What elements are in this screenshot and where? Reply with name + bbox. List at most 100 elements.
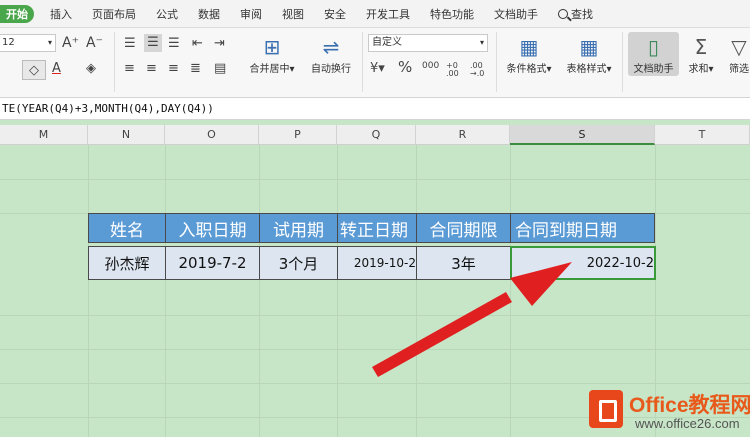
table-header-probation[interactable]: 试用期: [259, 213, 338, 243]
sigma-icon: Σ: [694, 35, 708, 59]
table-style-button[interactable]: ▦ 表格样式▾: [560, 34, 618, 75]
search-icon: [558, 8, 568, 19]
ribbon-separator: [622, 32, 623, 92]
table-style-label: 表格样式: [566, 64, 607, 75]
menu-tab-special[interactable]: 特色功能: [420, 6, 484, 22]
ribbon-separator: [114, 32, 115, 92]
table-header-contract-expiry[interactable]: 合同到期日期: [510, 213, 655, 243]
spreadsheet-window: 开始 插入 页面布局 公式 数据 审阅 视图 安全 开发工具 特色功能 文档助手…: [0, 0, 750, 437]
align-top-icon[interactable]: ☰: [124, 37, 136, 50]
sum-button[interactable]: Σ 求和▾: [684, 34, 718, 75]
align-right-icon[interactable]: ≡: [168, 62, 179, 75]
merge-cells-icon: ⊞: [263, 35, 281, 59]
table-cell-name[interactable]: 孙杰辉: [88, 246, 166, 280]
menu-tab-data[interactable]: 数据: [188, 6, 230, 22]
decimal-increase-icon[interactable]: +0 .00: [446, 62, 466, 78]
grid-line: [0, 349, 750, 350]
menu-tab-review[interactable]: 审阅: [230, 6, 272, 22]
doc-helper-icon: ▯: [647, 35, 659, 59]
table-cell-probation[interactable]: 3个月: [259, 246, 338, 280]
ribbon: 12 ▾ A⁺ A⁻ ◇ A ◈ ☰ ☰ ☰ ⇤ ⇥ ≡ ≡ ≡ ≣ ▤ ⊞ 合并…: [0, 28, 750, 98]
number-format-value: 自定义: [372, 37, 402, 48]
wrap-text-icon: ⇌: [322, 35, 340, 59]
wrap-text-label: 自动换行: [311, 64, 351, 75]
table-header-confirm-date[interactable]: 转正日期: [337, 213, 417, 243]
table-header-hire-date[interactable]: 入职日期: [165, 213, 260, 243]
grid-line: [88, 145, 89, 437]
merge-center-button[interactable]: ⊞ 合并居中▾: [244, 34, 300, 75]
table-cell-confirm-date[interactable]: 2019-10-2: [337, 246, 417, 280]
percent-icon[interactable]: %: [398, 60, 412, 75]
column-header-p[interactable]: P: [259, 125, 337, 145]
ribbon-separator: [362, 32, 363, 92]
fill-color-icon[interactable]: ◇: [22, 60, 46, 80]
doc-helper-label: 文档助手: [633, 64, 674, 75]
indent-increase-icon[interactable]: ⇥: [214, 37, 225, 50]
logo-brand-text: Office教程网: [629, 394, 750, 417]
align-middle-icon[interactable]: ☰: [144, 34, 162, 52]
column-header-row: M N O P Q R S T: [0, 125, 750, 145]
filter-label: 筛选: [729, 64, 749, 75]
merge-center-label: 合并居中: [249, 64, 290, 75]
grid-line: [0, 315, 750, 316]
align-center-icon[interactable]: ≡: [146, 62, 157, 75]
table-header-contract-term[interactable]: 合同期限: [416, 213, 511, 243]
align-bottom-icon[interactable]: ☰: [168, 37, 180, 50]
chevron-down-icon: ▾: [47, 38, 52, 47]
menu-tab-insert[interactable]: 插入: [40, 6, 82, 22]
office26-logo: Office教程网 www.office26.com: [583, 382, 750, 436]
menu-tab-security[interactable]: 安全: [314, 6, 356, 22]
font-color-icon[interactable]: A: [52, 62, 61, 75]
thousands-icon[interactable]: 000: [422, 62, 439, 71]
menu-tab-page-layout[interactable]: 页面布局: [82, 6, 146, 22]
currency-icon[interactable]: ¥▾: [370, 62, 385, 75]
conditional-format-label: 条件格式: [506, 64, 547, 75]
logo-url-text: www.office26.com: [635, 416, 740, 431]
formula-bar[interactable]: TE(YEAR(Q4)+3,MONTH(Q4),DAY(Q4)): [0, 98, 750, 120]
decimal-decrease-icon[interactable]: .00 →.0: [470, 62, 490, 78]
menu-tab-view[interactable]: 视图: [272, 6, 314, 22]
column-header-o[interactable]: O: [165, 125, 259, 145]
font-shrink-icon[interactable]: A⁻: [86, 36, 103, 50]
conditional-format-button[interactable]: ▦ 条件格式▾: [500, 34, 558, 75]
conditional-format-icon: ▦: [519, 35, 539, 59]
wrap-text-button[interactable]: ⇌ 自动换行: [304, 34, 358, 75]
column-header-t[interactable]: T: [655, 125, 750, 145]
distributed-icon[interactable]: ▤: [214, 62, 226, 75]
table-cell-contract-term[interactable]: 3年: [416, 246, 511, 280]
grid-line: [510, 145, 511, 437]
menu-search[interactable]: 查找: [548, 6, 603, 22]
font-size-select[interactable]: 12 ▾: [0, 34, 56, 52]
indent-decrease-icon[interactable]: ⇤: [192, 37, 203, 50]
filter-button[interactable]: ▽ 筛选: [722, 34, 750, 75]
eraser-icon[interactable]: ◈: [86, 62, 96, 75]
grid-line: [0, 179, 750, 180]
number-format-select[interactable]: 自定义 ▾: [368, 34, 488, 52]
table-header-name[interactable]: 姓名: [88, 213, 166, 243]
column-header-r[interactable]: R: [416, 125, 510, 145]
grid-line: [165, 145, 166, 437]
ribbon-separator: [496, 32, 497, 92]
menu-tab-start[interactable]: 开始: [0, 4, 34, 23]
office-logo-icon: [589, 390, 623, 428]
table-style-icon: ▦: [579, 35, 599, 59]
doc-helper-button[interactable]: ▯ 文档助手: [628, 34, 679, 75]
menu-tab-formulas[interactable]: 公式: [146, 6, 188, 22]
menu-bar: 开始 插入 页面布局 公式 数据 审阅 视图 安全 开发工具 特色功能 文档助手…: [0, 0, 750, 28]
sum-label: 求和: [688, 64, 709, 75]
font-size-value: 12: [2, 37, 15, 48]
font-grow-icon[interactable]: A⁺: [62, 36, 79, 50]
menu-tab-developer[interactable]: 开发工具: [356, 6, 420, 22]
grid-line: [259, 145, 260, 437]
justify-icon[interactable]: ≣: [190, 62, 201, 75]
align-left-icon[interactable]: ≡: [124, 62, 135, 75]
formula-text: TE(YEAR(Q4)+3,MONTH(Q4),DAY(Q4)): [2, 102, 214, 115]
table-cell-hire-date[interactable]: 2019-7-2: [165, 246, 260, 280]
column-header-n[interactable]: N: [88, 125, 165, 145]
menu-tab-doc-helper[interactable]: 文档助手: [484, 6, 548, 22]
table-cell-contract-expiry[interactable]: 2022-10-2: [510, 246, 656, 280]
column-header-m[interactable]: M: [0, 125, 88, 145]
column-header-s[interactable]: S: [510, 125, 655, 145]
grid-line: [416, 145, 417, 437]
column-header-q[interactable]: Q: [337, 125, 416, 145]
